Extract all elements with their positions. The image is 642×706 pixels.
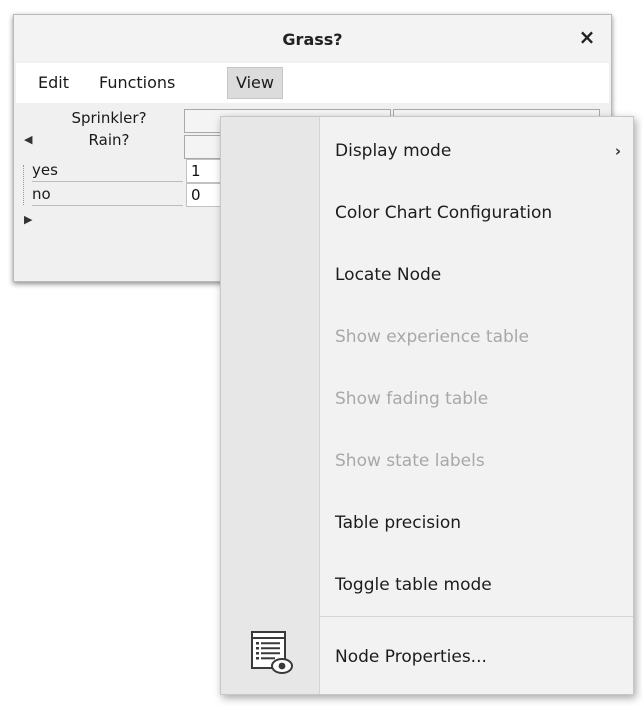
menu-item-show-state-labels: Show state labels — [320, 441, 633, 481]
row-resize-grip-icon[interactable] — [23, 165, 27, 205]
row-label-no: no — [32, 183, 183, 206]
menu-item-label: Show state labels — [335, 451, 485, 471]
parent-label-sprinkler: Sprinkler? — [71, 109, 147, 127]
menu-item-label: Locate Node — [335, 265, 442, 285]
menu-item-label: Show fading table — [335, 389, 489, 409]
menu-item-show-experience-table: Show experience table — [320, 317, 633, 357]
menu-bar: Edit Functions View — [16, 63, 609, 103]
menu-item-color-chart-configuration[interactable]: Color Chart Configuration — [320, 193, 633, 233]
menu-item-label: Display mode — [335, 141, 452, 161]
menu-item-label: Table precision — [335, 513, 462, 533]
node-properties-icon — [251, 631, 293, 674]
menu-item-show-fading-table: Show fading table — [320, 379, 633, 419]
scroll-right-icon[interactable]: ▶ — [24, 213, 32, 226]
menu-item-node-properties[interactable]: Node Properties... — [320, 637, 633, 677]
menu-functions[interactable]: Functions — [91, 67, 183, 99]
scroll-left-icon[interactable]: ◀ — [24, 133, 32, 146]
title-bar[interactable]: Grass? × — [14, 15, 611, 61]
menu-item-label: Color Chart Configuration — [335, 203, 553, 223]
menu-item-display-mode[interactable]: Display mode › — [320, 131, 633, 171]
menu-item-label: Toggle table mode — [335, 575, 492, 595]
chevron-right-icon: › — [614, 142, 621, 160]
row-label-yes: yes — [32, 159, 183, 182]
menu-edit[interactable]: Edit — [30, 67, 77, 99]
menu-item-label: Node Properties... — [335, 647, 487, 667]
menu-item-locate-node[interactable]: Locate Node — [320, 255, 633, 295]
view-menu-dropdown: Display mode › Color Chart Configuration… — [220, 116, 634, 695]
parent-label-rain: Rain? — [88, 131, 130, 149]
menu-icon-column — [221, 117, 320, 694]
window-title: Grass? — [282, 30, 343, 49]
menu-view[interactable]: View — [227, 67, 283, 99]
menu-item-table-precision[interactable]: Table precision — [320, 503, 633, 543]
close-icon[interactable]: × — [577, 26, 597, 48]
menu-item-label: Show experience table — [335, 327, 529, 347]
menu-separator — [320, 616, 633, 617]
menu-item-toggle-table-mode[interactable]: Toggle table mode — [320, 565, 633, 605]
